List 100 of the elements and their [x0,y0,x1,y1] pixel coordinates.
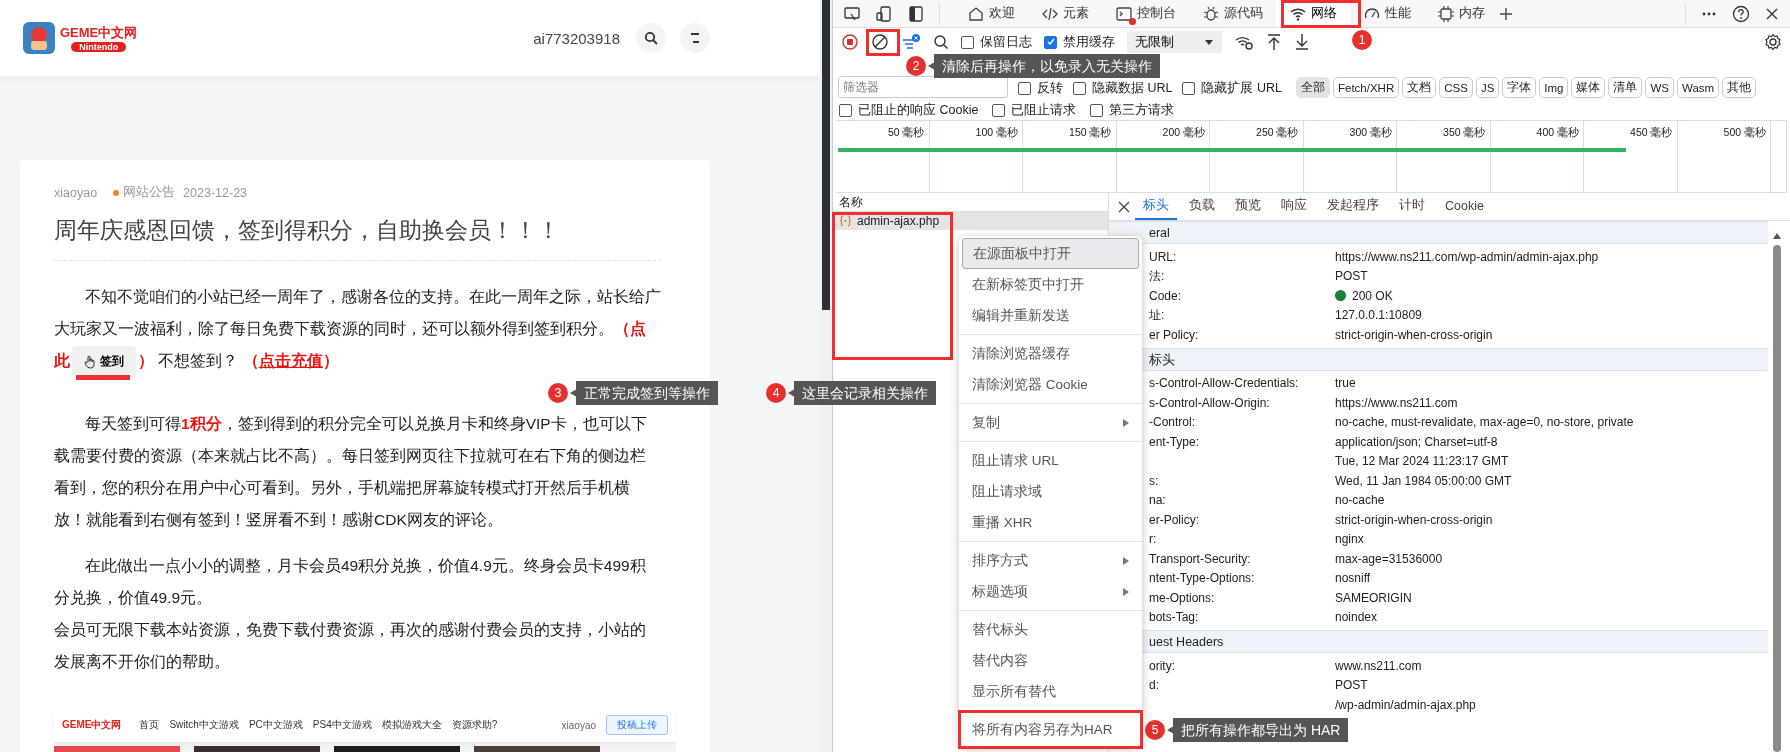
upload-icon[interactable] [1266,33,1282,51]
detail-tab[interactable]: Cookie [1437,193,1492,220]
header-name: Code: [1149,288,1182,303]
type-filter-chip[interactable]: 文档 [1402,77,1437,98]
type-filter-chip[interactable]: 字体 [1502,77,1537,98]
type-filter-chip[interactable]: Wasm [1677,77,1720,98]
header-value: nginx [1335,532,1364,547]
menu-item[interactable]: 阻止请求域 [962,476,1139,507]
recharge-link[interactable]: 点击充值 [258,352,323,369]
detail-tab[interactable]: 发起程序 [1319,193,1387,220]
device-toggle-icon[interactable] [875,4,893,23]
search-icon[interactable] [933,34,949,50]
header-name: bots-Tag: [1149,610,1199,625]
submenu-arrow-icon [1123,418,1129,427]
throttling-dropdown[interactable]: 无限制 [1127,31,1222,53]
search-icon [644,31,658,45]
filter-input[interactable]: 筛选器 [838,76,1008,98]
type-filter-chip[interactable]: 清单 [1608,77,1643,98]
filter-icon[interactable] [901,33,921,51]
devtools-tab[interactable]: 元素 [1028,0,1102,27]
menu-item[interactable]: 重播 XHR [962,507,1139,538]
detail-tab[interactable]: 计时 [1391,193,1433,220]
type-filter-chip[interactable]: JS [1475,77,1500,98]
username-link[interactable]: xiaoyao [561,719,596,731]
toolbar-checkbox[interactable]: 保留日志 [961,33,1032,51]
detail-tab[interactable]: 响应 [1273,193,1315,220]
devtools-tab[interactable]: 内存 [1424,0,1498,27]
article-paragraph: 每天签到可得1积分，签到得到的积分完全可以兑换月卡和终身VIP卡，也可以下载需要付费的资源（本来就占比不高）。每日签到网页往下拉就可在右下角的侧边栏看到，您的积分在用户中心可看到。另外，手机端把屏幕旋转模式打开然后手机横放！就能看到右侧有签到！竖屏看不到！感谢CDK网友的评论。 [54,414,648,531]
menu-item[interactable]: 在新标签页中打开 [962,269,1139,300]
nav-item[interactable]: Switch中文游戏 [169,718,239,733]
check-in-button[interactable]: 签到 [72,346,136,378]
menu-item[interactable]: 编辑并重新发送 [962,300,1139,331]
search-button[interactable] [636,23,666,53]
clear-icon[interactable] [871,33,889,51]
filter-checkbox[interactable]: 已阻止的响应 Cookie [839,101,979,119]
annotation-frame [866,29,900,56]
devtools-tab[interactable]: 性能 [1350,0,1424,27]
settings-icon[interactable] [1764,33,1782,51]
submenu-arrow-icon [1123,587,1129,596]
menu-item[interactable]: 排序方式 [962,545,1139,576]
close-icon[interactable] [1117,199,1131,214]
type-filter-chip[interactable]: WS [1645,77,1674,98]
nav-item[interactable]: PS4中文游戏 [312,718,372,733]
header-value: SAMEORIGIN [1335,590,1412,605]
checkmark-icon [1045,37,1056,47]
header-value: application/json; Charset=utf-8 [1335,434,1498,449]
download-icon[interactable] [1294,33,1310,51]
menu-button[interactable] [680,23,710,53]
logo-icon [22,21,56,55]
annotation-tooltip: 正常完成签到等操作 [570,381,718,405]
author-name: xiaoyao [54,185,98,200]
menu-item[interactable]: 将所有内容另存为HAR [962,714,1139,745]
type-filter-chip[interactable]: 媒体 [1571,77,1606,98]
devtools-tab[interactable]: 源代码 [1189,0,1276,27]
menu-item[interactable]: 标题选项 [962,576,1139,607]
menu-item[interactable]: 复制 [962,407,1139,438]
type-filter-chip[interactable]: 全部 [1295,77,1330,98]
sidebar-icon[interactable] [907,4,925,23]
menu-item[interactable]: 显示所有替代 [962,676,1139,707]
scroll-up-icon [1773,233,1781,239]
filter-checkbox[interactable]: 已阻止请求 [992,101,1077,119]
filter-checkbox[interactable]: 第三方请求 [1090,101,1175,119]
menu-item[interactable]: 阻止请求 URL [962,445,1139,476]
filter-checkbox[interactable]: 隐藏扩展 URL [1182,78,1282,98]
toolbar-checkbox[interactable]: 禁用缓存 [1044,33,1115,51]
timeline-tick: 450 毫秒 [1630,126,1673,138]
annotation-tooltip: 把所有操作都导出为 HAR [1167,718,1349,742]
help-icon[interactable] [1732,4,1750,23]
record-icon[interactable] [841,33,859,51]
devtools-tab[interactable]: 欢迎 [954,0,1028,27]
devtools-tab[interactable]: 控制台 [1102,0,1189,27]
nav-item[interactable]: 模拟游戏大全 [381,718,442,733]
header-name: 法: [1149,268,1165,283]
device-screen-icon[interactable] [843,4,861,23]
scrollbar[interactable] [1772,233,1782,752]
header-value: noindex [1335,610,1378,625]
nav-item[interactable]: 资源求助? [451,718,498,733]
menu-item[interactable]: 清除浏览器 Cookie [962,369,1139,400]
nav-item[interactable]: PC中文游戏 [248,718,303,733]
menu-item[interactable]: 在源面板中打开 [962,238,1139,269]
timeline-tick: 50 毫秒 [887,126,925,138]
upload-button[interactable]: 投稿上传 [606,715,668,736]
type-filter-chip[interactable]: Img [1539,77,1569,98]
header-value: https://www.ns211.com/wp-admin/admin-ajax.php [1335,249,1599,264]
filter-checkbox[interactable]: 反转 [1018,78,1063,98]
detail-tab[interactable]: 预览 [1227,193,1269,220]
section-header[interactable]: eral [1109,221,1768,244]
type-filter-chip[interactable]: 其他 [1722,77,1757,98]
header-value: strict-origin-when-cross-origin [1335,512,1493,527]
nav-item[interactable]: 首页 [139,718,160,733]
annotation-tooltip: 清除后再操作，以免录入无关操作 [928,54,1160,78]
type-filter-chip[interactable]: Fetch/XHR [1332,77,1400,98]
timeline-overview[interactable]: 50 毫秒 100 毫秒 150 毫秒 200 毫秒 250 毫秒 300 毫秒 350 毫秒 400 毫秒 450 毫秒 500 毫秒 [836,120,1787,193]
header-name: ent-Type: [1149,434,1200,449]
detail-tab[interactable]: 负载 [1181,193,1223,220]
username-link[interactable]: ai773203918 [533,29,620,47]
add-icon[interactable] [1498,5,1514,22]
logo-title: GEME中文网 [62,718,122,733]
type-filter-chip[interactable]: CSS [1439,77,1473,98]
filter-checkbox[interactable]: 隐藏数据 URL [1073,78,1173,98]
